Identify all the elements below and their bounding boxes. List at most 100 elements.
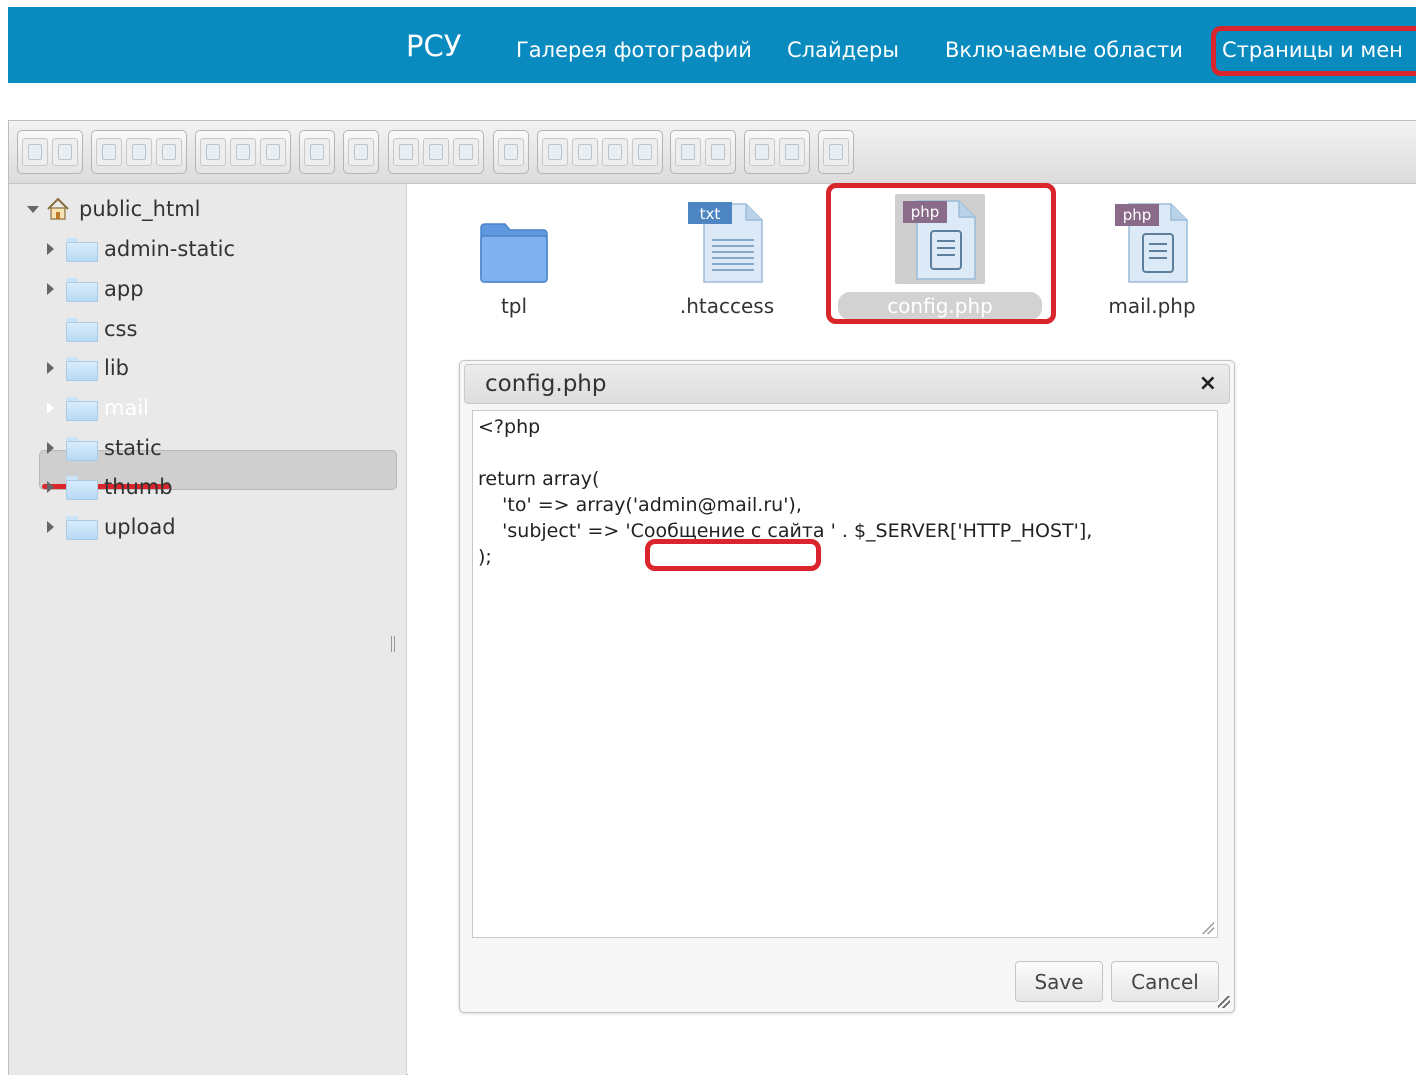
file-item-mail-php[interactable]: php mail.php <box>1077 194 1227 320</box>
tree-item-static[interactable]: static <box>47 429 162 467</box>
extract-icon[interactable] <box>705 138 731 166</box>
tree-item-thumb[interactable]: thumb <box>47 468 173 506</box>
new-file-icon[interactable] <box>126 138 152 166</box>
code-editor-textarea[interactable]: <?php return array( 'to' => array('admin… <box>472 410 1218 938</box>
sidebar-resize-handle[interactable] <box>391 636 395 652</box>
chevron-right-icon[interactable] <box>47 243 54 255</box>
code-line: <?php <box>478 416 541 438</box>
tree-item-label: public_html <box>79 197 201 221</box>
svg-text:php: php <box>1123 206 1152 224</box>
highlight-annotation <box>1211 26 1416 76</box>
tree-item-app[interactable]: app <box>47 270 144 308</box>
highlight-annotation <box>645 539 821 571</box>
top-navbar: РСУ Галерея фотографий Слайдеры Включаем… <box>8 7 1416 83</box>
tree-item-label: lib <box>104 356 129 380</box>
preview-icon[interactable] <box>348 138 374 166</box>
file-item-tpl[interactable]: tpl <box>439 194 589 320</box>
open-folder-icon <box>66 397 98 421</box>
tree-item-label: mail <box>104 396 149 420</box>
toolbar-group-preview <box>343 130 379 174</box>
copy-icon[interactable] <box>393 138 419 166</box>
forward-icon[interactable] <box>52 138 78 166</box>
toolbar-group-rename <box>493 130 529 174</box>
folder-icon <box>66 278 98 302</box>
close-icon[interactable]: × <box>1199 371 1217 396</box>
dialog-resize-grip[interactable] <box>1218 996 1230 1008</box>
rename-icon[interactable] <box>498 138 524 166</box>
tree-item-css[interactable]: css <box>66 310 137 348</box>
toolbar-group-help <box>818 130 854 174</box>
folder-icon <box>66 437 98 461</box>
list-view-icon[interactable] <box>779 138 805 166</box>
chevron-right-icon[interactable] <box>47 481 54 493</box>
info-icon[interactable] <box>304 138 330 166</box>
icons-view-icon[interactable] <box>749 138 775 166</box>
toolbar-group-navigation <box>17 130 83 174</box>
new-folder-icon[interactable] <box>96 138 122 166</box>
chevron-right-icon[interactable] <box>47 362 54 374</box>
upload-icon[interactable] <box>230 138 256 166</box>
dialog-titlebar[interactable]: config.php × <box>464 364 1230 404</box>
folder-icon <box>66 238 98 262</box>
toolbar-group-edit <box>537 130 663 174</box>
file-name: tpl <box>500 294 528 318</box>
tree-item-admin-static[interactable]: admin-static <box>47 230 235 268</box>
tree-item-root[interactable]: public_html <box>27 190 201 228</box>
open-icon[interactable] <box>200 138 226 166</box>
chevron-right-icon[interactable] <box>47 521 54 533</box>
chevron-down-icon[interactable] <box>27 205 39 213</box>
toolbar-group-clipboard <box>388 130 484 174</box>
textarea-resize-grip[interactable] <box>1202 922 1214 934</box>
folder-icon <box>66 357 98 381</box>
toolbar-group-create <box>91 130 187 174</box>
folder-icon <box>66 318 98 342</box>
duplicate-icon[interactable] <box>542 138 568 166</box>
tree-item-label: admin-static <box>104 237 236 261</box>
code-line: ); <box>478 546 492 568</box>
chevron-right-icon[interactable] <box>47 402 54 414</box>
folder-icon <box>480 223 548 283</box>
tree-item-label: app <box>104 277 144 301</box>
toolbar-group-info <box>299 130 335 174</box>
folder-icon <box>66 476 98 500</box>
help-icon[interactable] <box>823 138 849 166</box>
code-line: return array( <box>478 468 600 490</box>
download-icon[interactable] <box>260 138 286 166</box>
php-file-icon: php <box>1115 203 1188 283</box>
archive-icon[interactable] <box>675 138 701 166</box>
toolbar-group-archive <box>670 130 736 174</box>
tree-item-label: static <box>104 436 162 460</box>
edit-icon[interactable] <box>572 138 598 166</box>
chevron-right-icon[interactable] <box>47 283 54 295</box>
file-item-htaccess[interactable]: txt .htaccess <box>652 194 802 320</box>
file-name: mail.php <box>1108 294 1196 318</box>
dialog-title: config.php <box>485 371 607 397</box>
cancel-button[interactable]: Cancel <box>1111 961 1219 1002</box>
back-icon[interactable] <box>22 138 48 166</box>
text-file-icon: txt <box>688 202 763 283</box>
folder-tree: public_html admin-static app css lib mai… <box>9 184 407 1075</box>
code-line: 'to' => array('admin@mail.ru'), <box>478 494 802 516</box>
select-icon[interactable] <box>632 138 658 166</box>
tree-item-upload[interactable]: upload <box>47 508 176 546</box>
code-line: 'subject' => 'Сообщение с сайта ' . $_SE… <box>478 520 1093 542</box>
home-icon <box>47 197 69 220</box>
cut-icon[interactable] <box>423 138 449 166</box>
paste-icon[interactable] <box>453 138 479 166</box>
toolbar <box>9 121 1416 184</box>
nav-item-gallery[interactable]: Галерея фотографий <box>516 38 752 62</box>
nav-item-include-areas[interactable]: Включаемые области <box>945 38 1183 62</box>
save-button[interactable]: Save <box>1015 961 1103 1002</box>
folder-icon <box>66 516 98 540</box>
brand-link[interactable]: РСУ <box>406 29 461 63</box>
tree-item-mail[interactable]: mail <box>47 389 149 427</box>
toolbar-group-view <box>744 130 810 174</box>
new-item-icon[interactable] <box>156 138 182 166</box>
tree-item-lib[interactable]: lib <box>47 349 129 387</box>
edit-file-dialog: config.php × <?php return array( 'to' =>… <box>459 360 1235 1013</box>
nav-item-sliders[interactable]: Слайдеры <box>787 38 899 62</box>
resize-icon[interactable] <box>602 138 628 166</box>
tree-item-label: upload <box>104 515 176 539</box>
chevron-right-icon[interactable] <box>47 442 54 454</box>
